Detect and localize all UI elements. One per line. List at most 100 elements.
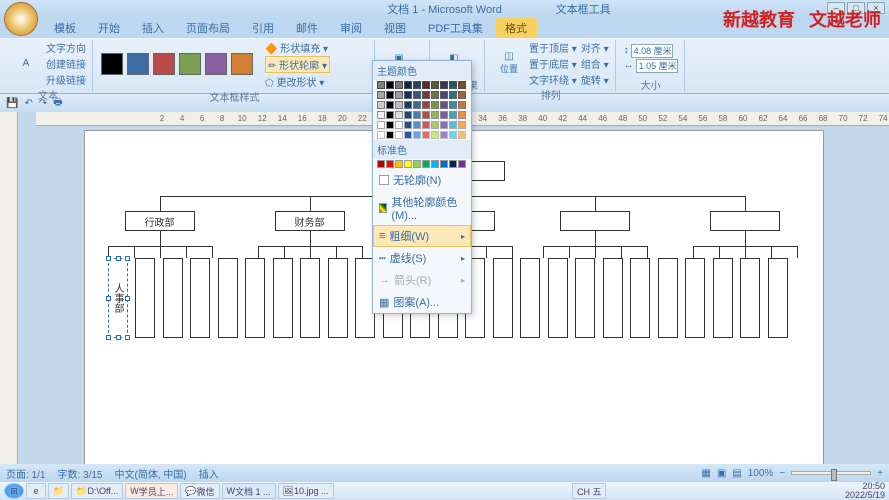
theme-color-swatch[interactable] [440, 111, 448, 119]
standard-color-swatch[interactable] [431, 160, 439, 168]
style-swatch[interactable] [205, 53, 227, 75]
position-button[interactable]: ◫位置 [493, 45, 525, 81]
align-button[interactable]: 对齐 ▾ [581, 40, 609, 55]
theme-color-swatch[interactable] [431, 91, 439, 99]
theme-color-swatch[interactable] [458, 111, 466, 119]
theme-color-swatch[interactable] [413, 131, 421, 139]
theme-color-swatch[interactable] [395, 121, 403, 129]
standard-color-swatch[interactable] [413, 160, 421, 168]
view-printlayout-icon[interactable]: ▦ [701, 468, 710, 479]
theme-color-swatch[interactable] [431, 101, 439, 109]
send-back-button[interactable]: 置于底层 ▾ [529, 56, 577, 71]
tab-insert[interactable]: 插入 [132, 18, 174, 38]
shape-outline-button[interactable]: ✏ 形状轮廓 ▾ [265, 56, 330, 73]
org-leaf-box[interactable] [163, 258, 183, 338]
bring-front-button[interactable]: 置于顶层 ▾ [529, 40, 577, 55]
zoom-slider[interactable] [791, 471, 871, 475]
more-colors-item[interactable]: 其他轮廓颜色(M)... [373, 191, 471, 225]
tab-view[interactable]: 视图 [374, 18, 416, 38]
zoom-value[interactable]: 100% [748, 468, 774, 479]
org-dept-box[interactable] [710, 211, 780, 231]
theme-color-swatch[interactable] [440, 81, 448, 89]
arrows-item[interactable]: →箭头(R)▸ [373, 269, 471, 291]
theme-color-swatch[interactable] [458, 81, 466, 89]
create-link-button[interactable]: 创建链接 [46, 56, 86, 71]
tab-references[interactable]: 引用 [242, 18, 284, 38]
theme-color-swatch[interactable] [413, 91, 421, 99]
style-swatch[interactable] [179, 53, 201, 75]
theme-color-swatch[interactable] [431, 81, 439, 89]
org-leaf-box[interactable] [245, 258, 265, 338]
standard-color-swatch[interactable] [449, 160, 457, 168]
org-leaf-box[interactable] [685, 258, 705, 338]
theme-color-swatch[interactable] [413, 111, 421, 119]
theme-color-swatch[interactable] [422, 91, 430, 99]
taskbar-item-5[interactable]: 🖼 10.jpg ... [278, 483, 334, 499]
theme-color-swatch[interactable] [395, 131, 403, 139]
org-leaf-box[interactable] [768, 258, 788, 338]
status-words[interactable]: 字数: 3/15 [57, 466, 102, 481]
text-direction-button[interactable]: 文字方向 [46, 40, 86, 55]
dashes-item[interactable]: ┅虚线(S)▸ [373, 247, 471, 269]
theme-color-swatch[interactable] [422, 121, 430, 129]
tab-layout[interactable]: 页面布局 [176, 18, 240, 38]
org-leaf-box[interactable] [273, 258, 293, 338]
org-leaf-box[interactable] [300, 258, 320, 338]
group-button[interactable]: 组合 ▾ [581, 56, 609, 71]
theme-color-swatch[interactable] [422, 111, 430, 119]
theme-color-swatch[interactable] [440, 101, 448, 109]
theme-color-swatch[interactable] [404, 111, 412, 119]
theme-color-swatch[interactable] [377, 131, 385, 139]
standard-color-swatch[interactable] [422, 160, 430, 168]
theme-color-swatch[interactable] [431, 131, 439, 139]
theme-color-swatch[interactable] [395, 91, 403, 99]
taskbar-item-1[interactable]: 📁 D:\Off... [71, 483, 123, 499]
theme-color-swatch[interactable] [449, 131, 457, 139]
theme-color-swatch[interactable] [377, 121, 385, 129]
theme-color-swatch[interactable] [449, 121, 457, 129]
theme-color-swatch[interactable] [395, 111, 403, 119]
org-leaf-box[interactable] [603, 258, 623, 338]
taskbar-item-2[interactable]: W 学员上... [125, 483, 178, 499]
tab-format[interactable]: 格式 [495, 18, 537, 38]
theme-color-swatch[interactable] [449, 91, 457, 99]
org-selected-leaf[interactable]: 人事部 [108, 258, 128, 338]
theme-color-swatch[interactable] [413, 121, 421, 129]
start-button[interactable]: ⊞ [4, 483, 24, 499]
office-button[interactable] [4, 2, 38, 36]
theme-color-swatch[interactable] [395, 81, 403, 89]
zoom-out-icon[interactable]: − [779, 468, 785, 479]
standard-color-swatch[interactable] [458, 160, 466, 168]
break-link-button[interactable]: 升级链接 [46, 72, 86, 87]
theme-color-swatch[interactable] [413, 101, 421, 109]
tab-mailings[interactable]: 邮件 [286, 18, 328, 38]
taskbar-item-4[interactable]: W 文档 1 ... [222, 483, 276, 499]
no-outline-item[interactable]: 无轮廓(N) [373, 169, 471, 191]
theme-color-swatch[interactable] [386, 91, 394, 99]
org-leaf-box[interactable] [548, 258, 568, 338]
tab-template[interactable]: 模板 [44, 18, 86, 38]
org-dept-box[interactable] [560, 211, 630, 231]
theme-color-swatch[interactable] [386, 111, 394, 119]
org-leaf-box[interactable] [713, 258, 733, 338]
style-swatch[interactable] [231, 53, 253, 75]
org-leaf-box[interactable] [190, 258, 210, 338]
theme-color-swatch[interactable] [377, 91, 385, 99]
theme-color-swatch[interactable] [377, 111, 385, 119]
taskbar-item-3[interactable]: 💬 微信 [180, 483, 219, 499]
theme-color-swatch[interactable] [449, 111, 457, 119]
style-swatch[interactable] [153, 53, 175, 75]
theme-color-swatch[interactable] [395, 101, 403, 109]
org-leaf-box[interactable] [630, 258, 650, 338]
org-leaf-box[interactable] [218, 258, 238, 338]
theme-color-swatch[interactable] [413, 81, 421, 89]
theme-color-swatch[interactable] [386, 131, 394, 139]
rotate-button[interactable]: 旋转 ▾ [581, 72, 609, 87]
theme-color-swatch[interactable] [440, 131, 448, 139]
org-dept-box[interactable]: 财务部 [275, 211, 345, 231]
theme-color-swatch[interactable] [431, 111, 439, 119]
theme-color-swatch[interactable] [422, 101, 430, 109]
taskbar-explorer-icon[interactable]: 📁 [48, 483, 69, 499]
theme-color-swatch[interactable] [404, 81, 412, 89]
org-leaf-box[interactable] [520, 258, 540, 338]
